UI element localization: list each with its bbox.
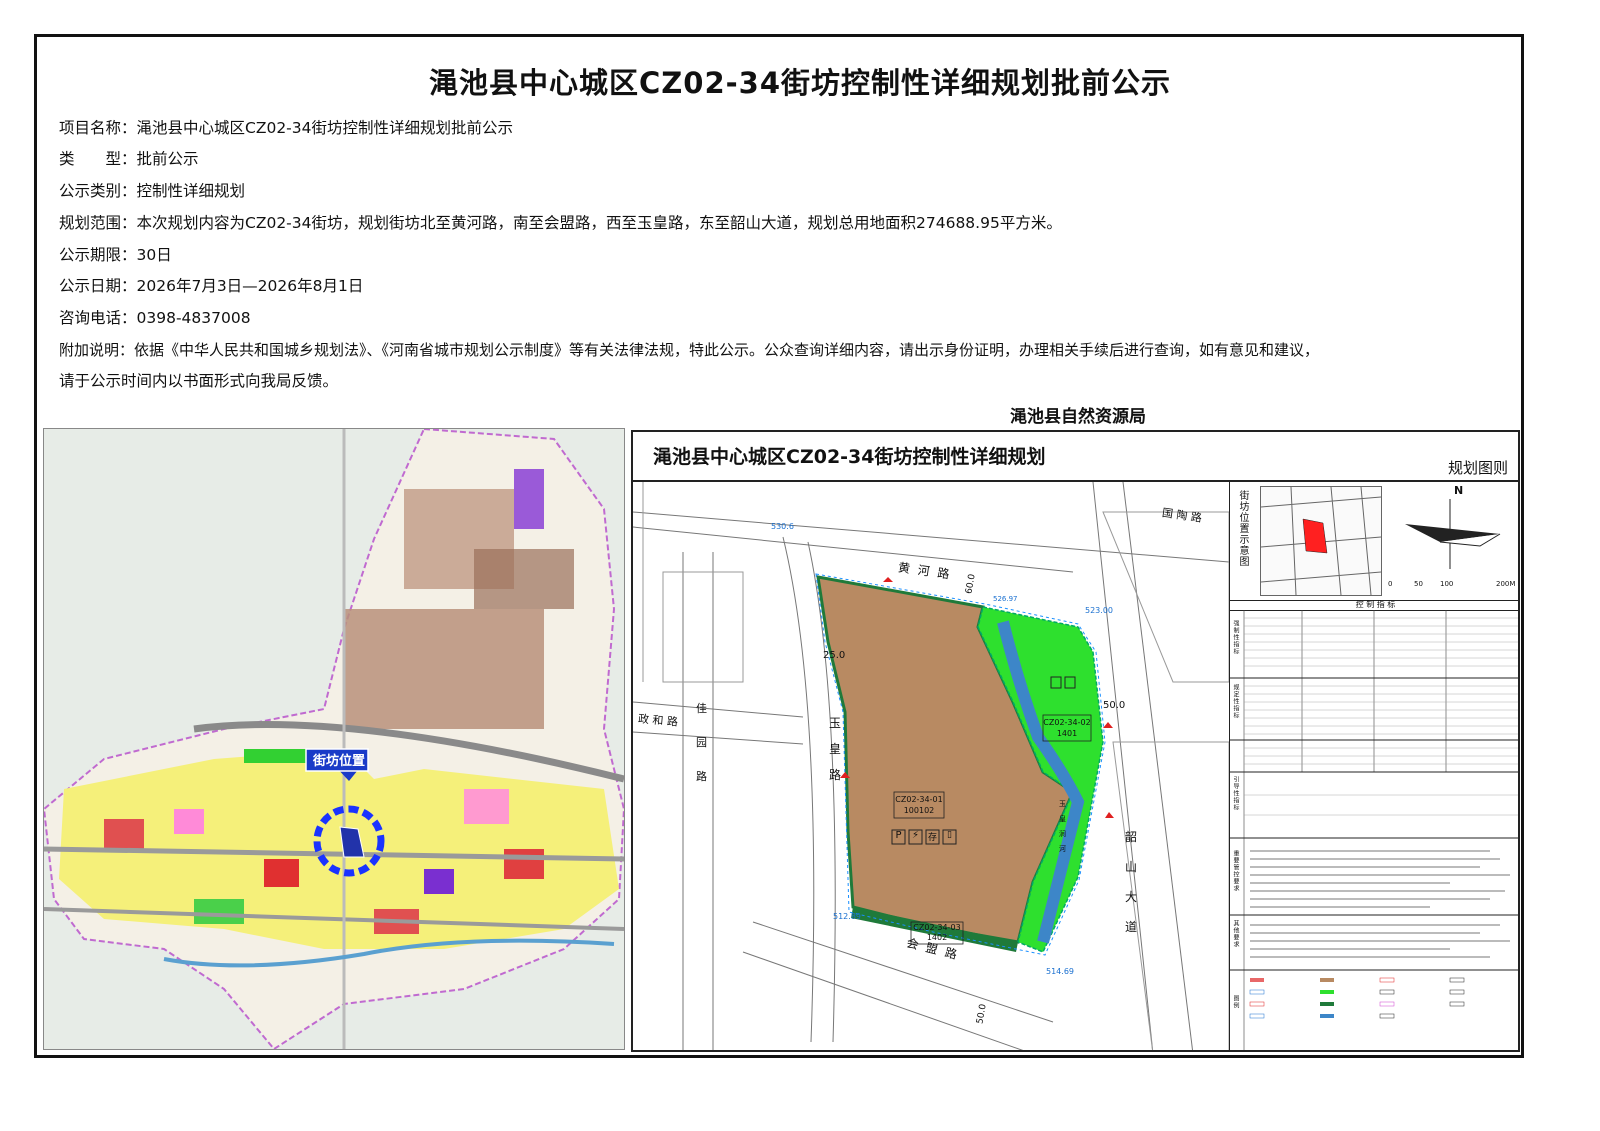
info-value: 控制性详细规划: [136, 182, 246, 200]
parcel-use: 100102: [903, 806, 935, 815]
storage-icon: 存: [927, 833, 937, 843]
location-map-graphic: [44, 429, 624, 1049]
section-label: 其他要求: [1232, 920, 1239, 948]
power-icon: ⚡: [911, 830, 920, 841]
parcel-01-label: CZ02-34-01 100102: [894, 794, 944, 816]
control-table: 强制性指标 规定性指标 引导性指标 重要管控要求 其他要求 图例: [1230, 610, 1518, 1050]
section-label: 引导性指标: [1232, 776, 1239, 811]
info-row: 类 型：批前公示: [59, 149, 199, 169]
elevation-label: 512.89: [833, 912, 861, 921]
control-sidebar: 街坊位置示意图 N 0 50 100 200M 控 制 指 标 强制性指标 规定…: [1229, 482, 1518, 1050]
locator-title: 街坊位置示意图: [1237, 490, 1248, 567]
location-map: 街坊位置: [43, 428, 625, 1050]
info-row: 咨询电话：0398-4837008: [59, 308, 251, 328]
info-row: 公示期限：30日: [59, 245, 172, 265]
north-arrow-icon: [1405, 499, 1501, 569]
river-label: 玉 皇 涧 河: [1059, 800, 1066, 853]
locator-map-graphic: [1260, 486, 1382, 596]
info-value: 请于公示时间内以书面形式向我局反馈。: [59, 372, 339, 390]
plan-panel: 渑池县中心城区CZ02-34街坊控制性详细规划 规划图则 黄 河 路 会 盟 路…: [631, 430, 1520, 1052]
info-value: 2026年7月3日—2026年8月1日: [136, 277, 364, 295]
locator-map: [1260, 486, 1382, 596]
plan-drawing: 黄 河 路 会 盟 路 玉 皇 路 韶 山 大 道 国 陶 路 政 和 路 佳 …: [633, 481, 1230, 1050]
parcel-use: 1401: [1056, 729, 1078, 738]
parcel-use: 1402: [926, 933, 948, 942]
parcel-02-label: CZ02-34-02 1401: [1043, 717, 1091, 739]
width-east: 50.0: [1103, 700, 1126, 711]
parcel-03-label: CZ02-34-03 1402: [911, 923, 963, 943]
info-row: 请于公示时间内以书面形式向我局反馈。: [59, 371, 338, 391]
info-label: 咨询电话：: [59, 309, 137, 327]
info-value: 依据《中华人民共和国城乡规划法》、《河南省城市规划公示制度》等有关法律法规，特此…: [134, 341, 1320, 359]
info-row: 附加说明：依据《中华人民共和国城乡规划法》、《河南省城市规划公示制度》等有关法律…: [59, 340, 1519, 360]
parcel-code: CZ02-34-02: [1043, 718, 1091, 727]
info-row: 项目名称：渑池县中心城区CZ02-34街坊控制性详细规划批前公示: [59, 118, 513, 138]
elevation-label: 526.97: [993, 595, 1018, 603]
info-value: 本次规划内容为CZ02-34街坊，规划街坊北至黄河路，南至会盟路，西至玉皇路，东…: [136, 214, 1062, 232]
info-row: 公示类别：控制性详细规划: [59, 181, 245, 201]
info-value: 渑池县中心城区CZ02-34街坊控制性详细规划批前公示: [136, 119, 513, 137]
parcel-code: CZ02-34-01: [895, 795, 943, 804]
authority-name: 渑池县自然资源局: [1010, 407, 1146, 427]
elevation-label: 523.00: [1085, 606, 1113, 615]
control-table-grid: [1230, 610, 1518, 1050]
location-label: 街坊位置: [312, 754, 365, 769]
section-label: 重要管控要求: [1232, 850, 1239, 892]
section-label: 强制性指标: [1232, 620, 1239, 655]
info-label: 公示类别：: [59, 182, 137, 200]
road-label-east: 韶 山 大 道: [1125, 830, 1138, 934]
section-label: 图例: [1232, 995, 1239, 1009]
parking-icon: P: [895, 830, 902, 841]
road-label-west: 玉 皇 路: [829, 716, 842, 782]
road-label-zhenghe: 政 和 路: [637, 712, 679, 729]
info-row: 规划范围：本次规划内容为CZ02-34街坊，规划街坊北至黄河路，南至会盟路，西至…: [59, 213, 1062, 233]
elevation-label: 530.6: [771, 522, 794, 531]
toilet-icon: ▯: [947, 830, 952, 840]
width-west: 25.0: [823, 650, 846, 661]
elevation-label: 514.69: [1046, 967, 1074, 976]
panel-title: 渑池县中心城区CZ02-34街坊控制性详细规划: [653, 446, 1046, 468]
locator-section: 街坊位置示意图 N 0 50 100 200M: [1230, 482, 1518, 601]
panel-subtitle: 规划图则: [1447, 459, 1508, 477]
info-value: 0398-4837008: [136, 309, 251, 327]
info-value: 批前公示: [136, 150, 199, 168]
info-label: 公示日期：: [59, 277, 137, 295]
road-label-jiayuan: 佳 园 路: [696, 702, 707, 783]
info-label: 附加说明：: [59, 341, 135, 359]
info-label: 规划范围：: [59, 214, 137, 232]
page-title: 渑池县中心城区CZ02-34街坊控制性详细规划批前公示: [428, 66, 1172, 100]
info-row: 公示日期：2026年7月3日—2026年8月1日: [59, 276, 363, 296]
info-value: 30日: [136, 246, 172, 264]
section-label: 规定性指标: [1232, 684, 1239, 719]
parcel-code: CZ02-34-03: [913, 923, 961, 932]
info-label: 类 型：: [59, 150, 137, 168]
info-label: 项目名称：: [59, 119, 137, 137]
info-label: 公示期限：: [59, 246, 137, 264]
